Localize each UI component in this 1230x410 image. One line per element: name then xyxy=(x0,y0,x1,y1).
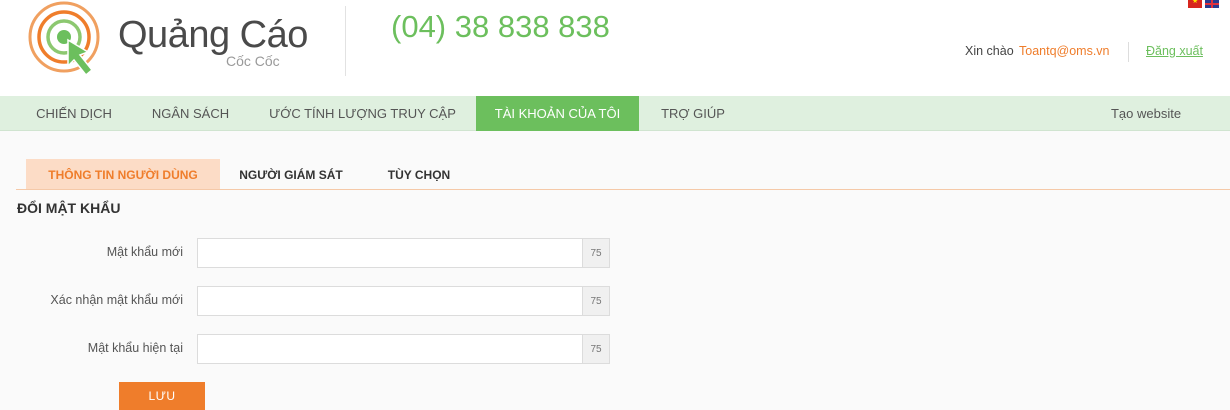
create-website-link[interactable]: Tạo website xyxy=(1090,96,1202,131)
nav-item-help[interactable]: TRỢ GIÚP xyxy=(639,96,747,131)
confirm-password-label: Xác nhận mật khẩu mới xyxy=(50,293,183,307)
nav-item-my-account[interactable]: TÀI KHOẢN CỦA TÔI xyxy=(476,96,639,131)
confirm-password-counter: 75 xyxy=(582,286,610,316)
vietnam-flag-icon[interactable] xyxy=(1188,0,1202,8)
current-password-input[interactable] xyxy=(197,334,582,364)
new-password-input[interactable] xyxy=(197,238,582,268)
tab-user-info[interactable]: THÔNG TIN NGƯỜI DÙNG xyxy=(26,159,220,189)
current-password-label: Mật khẩu hiện tại xyxy=(87,341,183,355)
main-nav: CHIẾN DỊCH NGÂN SÁCH ƯỚC TÍNH LƯỢNG TRUY… xyxy=(0,96,1230,131)
save-button[interactable]: LƯU xyxy=(119,382,205,410)
language-switcher xyxy=(1188,0,1220,8)
account-subtabs: THÔNG TIN NGƯỜI DÙNG NGƯỜI GIÁM SÁT TÙY … xyxy=(16,159,1230,190)
tab-supervisors[interactable]: NGƯỜI GIÁM SÁT xyxy=(220,159,362,189)
user-email-link[interactable]: Toantq@oms.vn xyxy=(1019,44,1110,58)
nav-item-campaigns[interactable]: CHIẾN DỊCH xyxy=(16,96,132,131)
header-divider xyxy=(345,6,346,76)
greeting-text: Xin chào xyxy=(965,44,1014,58)
nav-item-budget[interactable]: NGÂN SÁCH xyxy=(132,96,249,131)
confirm-password-row: Xác nhận mật khẩu mới 75 xyxy=(0,286,620,316)
new-password-counter: 75 xyxy=(582,238,610,268)
nav-item-traffic-estimate[interactable]: ƯỚC TÍNH LƯỢNG TRUY CẬP xyxy=(249,96,476,131)
logo[interactable]: Quảng Cáo Cốc Cốc xyxy=(26,0,308,86)
new-password-row: Mật khẩu mới 75 xyxy=(0,238,620,268)
tab-options[interactable]: TÙY CHỌN xyxy=(362,159,476,189)
hotline-phone: (04) 38 838 838 xyxy=(391,9,610,44)
new-password-label: Mật khẩu mới xyxy=(106,245,183,259)
current-password-row: Mật khẩu hiện tại 75 xyxy=(0,334,620,364)
header-link-divider xyxy=(1128,42,1129,62)
change-password-heading: ĐỔI MẬT KHẨU xyxy=(17,200,121,216)
uk-flag-icon[interactable] xyxy=(1205,0,1219,8)
logo-title: Quảng Cáo xyxy=(118,14,308,56)
logout-link[interactable]: Đăng xuất xyxy=(1146,44,1203,58)
cursor-target-logo-icon xyxy=(28,1,100,77)
confirm-password-input[interactable] xyxy=(197,286,582,316)
header: Quảng Cáo Cốc Cốc (04) 38 838 838 Xin ch… xyxy=(0,0,1230,96)
current-password-counter: 75 xyxy=(582,334,610,364)
logo-subtitle: Cốc Cốc xyxy=(226,53,280,69)
